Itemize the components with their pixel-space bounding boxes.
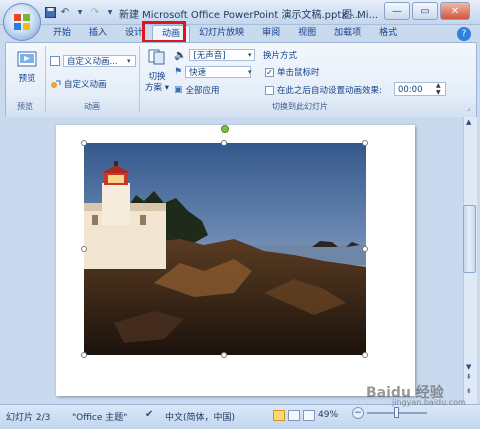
apply-all-icon: ▣: [174, 85, 183, 95]
spellcheck-icon[interactable]: ✔: [145, 409, 153, 420]
transition-scheme-label-1: 切换: [148, 72, 166, 82]
custom-animation-icon: [51, 80, 61, 88]
auto-advance-checkbox[interactable]: [265, 85, 274, 95]
slide-sorter-icon[interactable]: [288, 410, 300, 421]
advance-slide-heading: 换片方式: [263, 51, 298, 61]
resize-handle-ne[interactable]: [362, 140, 368, 146]
theme-name: "Office 主题": [72, 413, 128, 423]
resize-handle-n[interactable]: [221, 140, 227, 146]
speed-select[interactable]: 快速: [185, 66, 252, 78]
on-click-option[interactable]: ✓ 单击鼠标时: [265, 66, 320, 78]
tab-slideshow[interactable]: 幻灯片放映: [190, 25, 253, 43]
resize-handle-sw[interactable]: [81, 352, 87, 358]
redo-icon[interactable]: ↷: [89, 6, 101, 18]
preview-button[interactable]: 预览: [13, 50, 41, 86]
office-button[interactable]: [3, 3, 41, 41]
speed-icon: ⚑: [174, 67, 183, 77]
transition-scheme-button[interactable]: 切换 方案 ▾: [143, 49, 171, 97]
office-logo-icon: [14, 14, 30, 30]
save-icon[interactable]: [44, 6, 56, 18]
preview-icon: [17, 51, 37, 67]
tab-highlight-box: [142, 21, 186, 43]
scrollbar-thumb[interactable]: [463, 205, 476, 273]
window-title-suffix: 图...: [342, 10, 362, 21]
group-separator: [45, 46, 46, 112]
resize-handle-s[interactable]: [221, 352, 227, 358]
custom-animation-arrow-icon[interactable]: ▾: [127, 57, 131, 65]
scroll-down-icon[interactable]: ▼: [466, 364, 471, 371]
close-button[interactable]: ✕: [440, 2, 470, 20]
resize-handle-w[interactable]: [81, 246, 87, 252]
undo-icon[interactable]: ↶: [59, 6, 71, 18]
tab-format[interactable]: 格式: [370, 25, 406, 43]
window-controls: — ▭ ✕: [384, 2, 470, 20]
zoom-level[interactable]: 49%: [318, 410, 338, 420]
language-indicator[interactable]: 中文(简体，中国): [165, 410, 235, 423]
window-title: 新建 Microsoft Office PowerPoint 演示文稿.pptx…: [119, 10, 379, 21]
customize-qat-icon[interactable]: ▼: [104, 6, 116, 18]
custom-animation-button[interactable]: 自定义动画: [50, 78, 107, 90]
help-icon[interactable]: ?: [457, 27, 471, 41]
slide-counter: 幻灯片 2/3: [6, 413, 51, 423]
transition-scheme-label-2: 方案 ▾: [145, 83, 169, 93]
rotation-handle[interactable]: [221, 125, 229, 133]
custom-animation-label: 自定义动画: [64, 80, 107, 90]
tab-home[interactable]: 开始: [44, 25, 80, 43]
tab-insert[interactable]: 插入: [80, 25, 116, 43]
scroll-up-icon[interactable]: ▲: [466, 118, 471, 126]
custom-animation-dropdown[interactable]: 自定义动画...: [50, 55, 136, 67]
sound-select[interactable]: [无声音]: [189, 49, 256, 61]
transition-group-label: 切换到此幻灯片: [272, 102, 328, 111]
custom-animation-combo[interactable]: 自定义动画...: [63, 55, 136, 67]
dropdown-arrow-icon[interactable]: ▼: [74, 6, 86, 18]
sound-dropdown-icon[interactable]: ▾: [248, 51, 252, 59]
auto-advance-label: 在此之后自动设置动画效果:: [277, 86, 382, 96]
minimize-button[interactable]: —: [384, 2, 410, 20]
tab-view[interactable]: 视图: [289, 25, 325, 43]
animation-icon: [50, 56, 60, 66]
slideshow-view-icon[interactable]: [303, 410, 315, 421]
on-click-label: 单击鼠标时: [277, 68, 320, 78]
watermark-url: jingyan.baidu.com: [392, 398, 466, 407]
transition-scheme-icon: [148, 49, 165, 65]
resize-handle-e[interactable]: [362, 246, 368, 252]
restore-button[interactable]: ▭: [412, 2, 438, 20]
auto-advance-option[interactable]: 在此之后自动设置动画效果:: [265, 84, 382, 96]
apply-all-button[interactable]: ▣ 全部应用: [174, 84, 220, 96]
sound-row: 🔈 [无声音]: [174, 49, 256, 61]
ribbon-tabs: 开始 插入 设计 动画 幻灯片放映 审阅 视图 加载项 格式: [44, 25, 406, 44]
speed-row: ⚑ 快速: [174, 66, 252, 78]
animation-group-label: 动画: [84, 102, 100, 111]
next-slide-icon[interactable]: ⇟: [466, 388, 472, 395]
previous-slide-icon[interactable]: ⇞: [466, 374, 472, 381]
zoom-slider-knob[interactable]: [393, 407, 399, 418]
lighthouse-photo[interactable]: [84, 143, 366, 355]
quick-access-toolbar: ↶ ▼ ↷ ▼: [44, 5, 116, 19]
sound-icon: 🔈: [174, 49, 187, 61]
dialog-launcher-icon[interactable]: ⌟: [467, 104, 470, 112]
resize-handle-nw[interactable]: [81, 140, 87, 146]
apply-all-label: 全部应用: [185, 86, 220, 96]
normal-view-icon[interactable]: [273, 410, 285, 421]
group-separator: [139, 46, 140, 112]
time-spinner-icon[interactable]: ▲ ▼: [436, 82, 441, 96]
speed-dropdown-icon[interactable]: ▾: [248, 68, 252, 76]
preview-label: 预览: [18, 74, 36, 84]
resize-handle-se[interactable]: [362, 352, 368, 358]
on-click-checkbox[interactable]: ✓: [265, 67, 274, 77]
tab-addins[interactable]: 加载项: [325, 25, 370, 43]
preview-group-label: 预览: [17, 102, 33, 111]
zoom-out-icon[interactable]: −: [352, 407, 364, 419]
tab-review[interactable]: 审阅: [253, 25, 289, 43]
